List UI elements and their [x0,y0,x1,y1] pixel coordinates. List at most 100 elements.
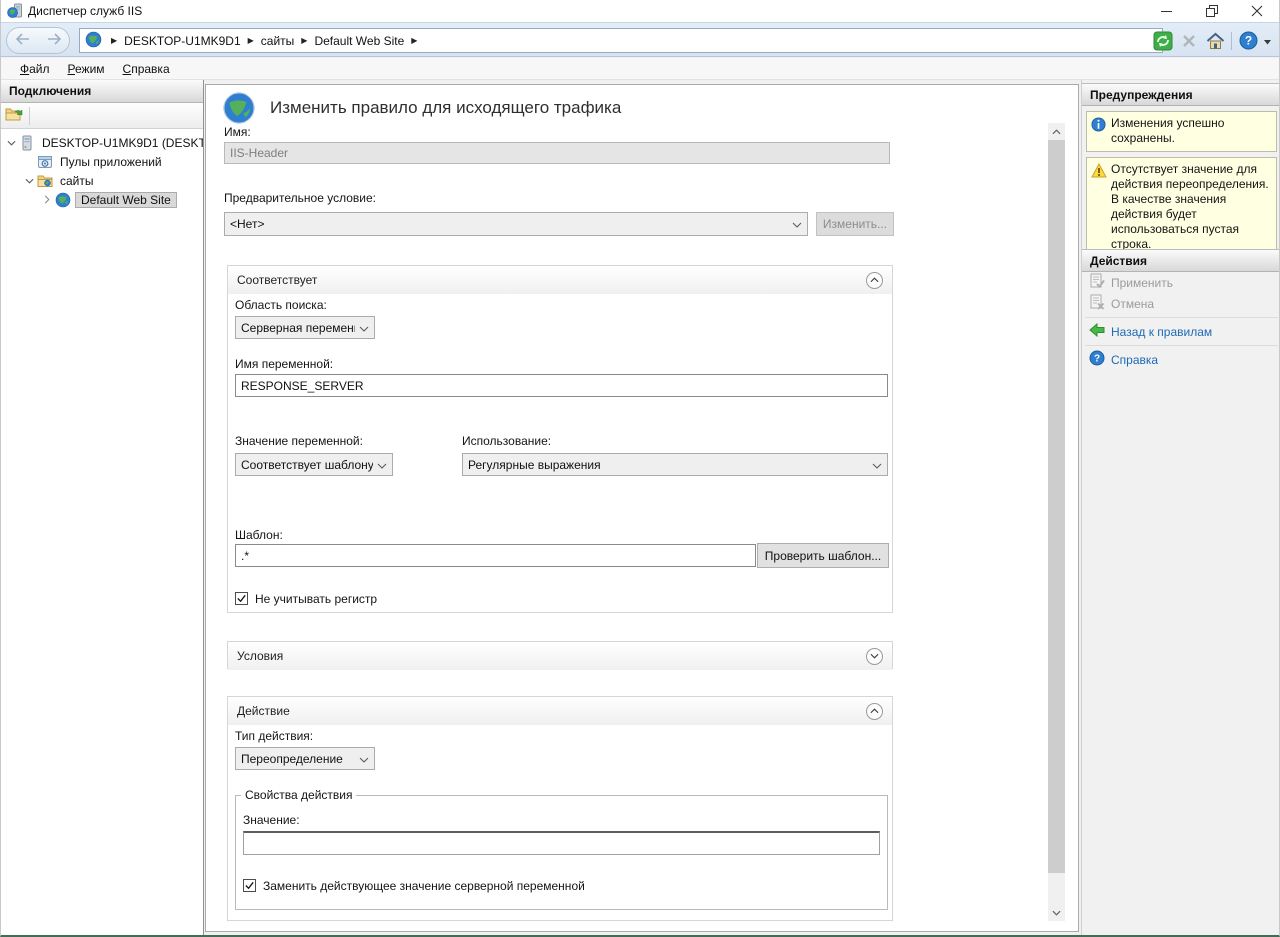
usage-value: Регулярные выражения [468,458,868,472]
match-section-title: Соответствует [237,273,317,287]
home-icon[interactable] [1205,31,1225,51]
collapse-icon[interactable] [866,272,883,289]
precondition-select[interactable]: <Нет> [224,212,808,236]
apply-button[interactable]: Применить [1082,272,1280,293]
close-button[interactable] [1234,0,1279,22]
actions-list: Применить Отмена Назад к правилам ? Спра… [1082,272,1280,370]
save-connection-icon[interactable] [5,106,23,125]
value-input[interactable] [243,831,880,855]
chevron-collapsed-icon[interactable] [41,194,53,206]
svg-text:?: ? [1094,354,1100,365]
conditions-section-header[interactable]: Условия [228,642,892,670]
menu-help[interactable]: Справка [114,60,179,78]
refresh-icon[interactable] [1153,31,1173,51]
back-arrow-icon [1089,323,1105,340]
warning-icon [1091,162,1107,252]
scope-select[interactable]: Серверная переменн [235,316,375,339]
collapse-icon[interactable] [866,703,883,720]
apply-icon [1089,273,1105,292]
toolbar-separator [1231,32,1232,50]
scroll-down-icon[interactable] [1048,904,1065,921]
cancel-button[interactable]: Отмена [1082,293,1280,314]
back-to-rules-link[interactable]: Назад к правилам [1082,321,1280,342]
back-icon[interactable] [15,33,31,48]
iis-manager-window: Диспетчер служб IIS ▶ DESKTOP-U1MK9D1 ▶ … [0,0,1280,937]
breadcrumb-arrow-icon: ▶ [301,36,307,45]
chevron-down-icon [872,458,882,472]
alerts-header: Предупреждения [1082,83,1280,106]
chevron-down-icon [792,217,802,231]
scope-value: Серверная переменн [241,321,355,335]
precondition-value: <Нет> [230,217,788,231]
chevron-down-icon [359,321,369,335]
back-to-rules-label: Назад к правилам [1111,325,1212,339]
pattern-input[interactable] [235,544,756,567]
info-alert-text: Изменения успешно сохранены. [1111,116,1272,146]
usage-label: Использование: [462,434,551,448]
chevron-down-icon [359,752,369,766]
info-alert: Изменения успешно сохранены. [1086,111,1277,152]
tree-item-sites[interactable]: сайты [1,171,203,190]
window-title: Диспетчер служб IIS [28,4,142,18]
edit-outbound-rule-page: Изменить правило для исходящего трафика … [205,84,1079,932]
match-section-header[interactable]: Соответствует [228,266,892,294]
menu-file[interactable]: Файл [11,60,59,78]
name-label: Имя: [224,125,251,139]
menu-view[interactable]: Режим [59,60,114,78]
info-icon [1091,116,1107,146]
action-type-select[interactable]: Переопределение [235,747,375,770]
ignore-case-label: Не учитывать регистр [255,592,377,606]
variable-name-input[interactable] [235,374,888,397]
name-input[interactable] [224,142,890,164]
value-label: Значение: [243,813,300,827]
toolbar-separator [29,107,30,125]
tree-label-sites: сайты [57,173,97,189]
variable-name-label: Имя переменной: [235,357,333,371]
replace-value-checkbox[interactable] [243,879,256,892]
usage-select[interactable]: Регулярные выражения [462,453,888,476]
minimize-button[interactable] [1144,0,1189,22]
tree-item-app-pools[interactable]: Пулы приложений [1,152,203,171]
stop-icon[interactable] [1179,31,1199,51]
action-type-label: Тип действия: [235,729,313,743]
tree-label-app-pools: Пулы приложений [57,154,165,170]
tree-item-default-web-site[interactable]: Default Web Site [1,190,203,209]
scroll-up-icon[interactable] [1048,123,1065,140]
help-dropdown-icon[interactable] [1264,34,1271,48]
chevron-expanded-icon[interactable] [23,175,35,187]
web-site-globe-icon [55,192,71,208]
breadcrumb-sites[interactable]: сайты [261,34,295,48]
action-section-header[interactable]: Действие [228,697,892,725]
help-link[interactable]: ? Справка [1082,349,1280,370]
variable-value-select[interactable]: Соответствует шаблону [235,453,393,476]
chevron-expanded-icon[interactable] [5,137,17,149]
help-icon[interactable]: ? [1238,31,1258,51]
ignore-case-checkbox[interactable] [235,592,248,605]
scrollbar-thumb[interactable] [1048,140,1065,873]
restore-button[interactable] [1189,0,1234,22]
breadcrumb-arrow-icon: ▶ [411,36,417,45]
action-section-title: Действие [237,704,290,718]
test-pattern-button[interactable]: Проверить шаблон... [757,543,889,568]
address-toolbar: ▶ DESKTOP-U1MK9D1 ▶ сайты ▶ Default Web … [1,22,1279,57]
tree-label-default-web-site: Default Web Site [75,192,177,208]
action-type-value: Переопределение [241,752,355,766]
breadcrumb-arrow-icon: ▶ [111,36,117,45]
edit-precondition-button[interactable]: Изменить... [816,212,894,236]
breadcrumb-server[interactable]: DESKTOP-U1MK9D1 [124,34,240,48]
connections-tree: DESKTOP-U1MK9D1 (DESKTOP Пулы приложений… [1,129,203,209]
precondition-label: Предварительное условие: [224,191,376,205]
breadcrumb-arrow-icon: ▶ [248,36,254,45]
connections-panel: Подключения DESKTOP-U1MK9D1 (DESKTOP Пул… [1,80,204,935]
title-bar: Диспетчер служб IIS [1,0,1279,22]
forward-icon[interactable] [46,33,62,48]
vertical-scrollbar[interactable] [1048,123,1065,921]
tree-item-server[interactable]: DESKTOP-U1MK9D1 (DESKTOP [1,133,203,152]
page-globe-icon [222,91,256,128]
cancel-label: Отмена [1111,297,1154,311]
breadcrumb-default-web-site[interactable]: Default Web Site [314,34,404,48]
address-bar[interactable]: ▶ DESKTOP-U1MK9D1 ▶ сайты ▶ Default Web … [79,28,1163,53]
expand-icon[interactable] [866,648,883,665]
conditions-section: Условия [227,641,893,669]
right-panel: Предупреждения Изменения успешно сохране… [1081,80,1280,935]
